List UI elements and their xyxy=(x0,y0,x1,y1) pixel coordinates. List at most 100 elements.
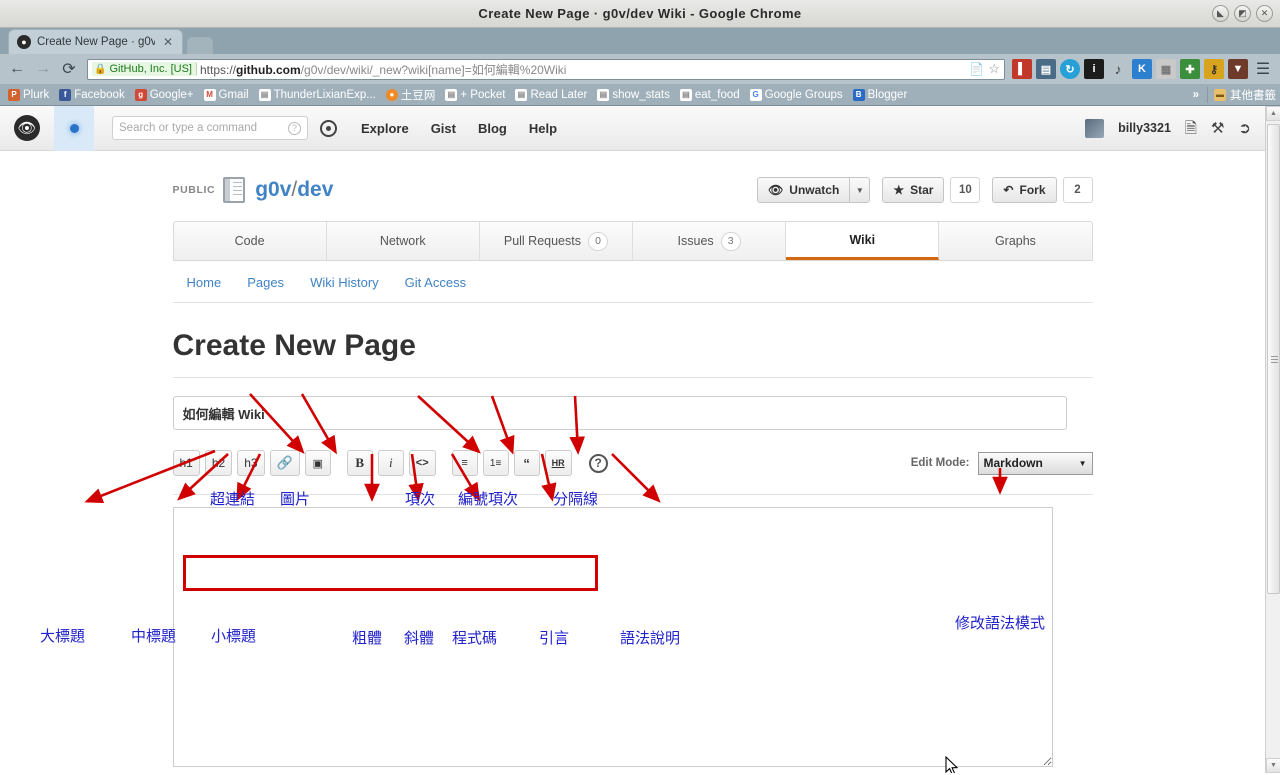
bookmark-tudou[interactable]: ● 土豆网 xyxy=(382,86,440,104)
back-button[interactable]: ← xyxy=(6,58,28,80)
code-button[interactable]: <> xyxy=(408,450,436,476)
info-icon[interactable]: i xyxy=(1084,59,1104,79)
subnav-wiki-history[interactable]: Wiki History xyxy=(310,275,379,290)
page-icon: ▤ xyxy=(258,88,271,101)
avatar[interactable] xyxy=(1085,118,1105,138)
star-count[interactable]: 10 xyxy=(950,177,981,203)
bookmark-facebook[interactable]: f Facebook xyxy=(55,88,129,102)
subnav-home[interactable]: Home xyxy=(187,275,222,290)
bold-button[interactable]: B xyxy=(346,450,373,476)
scroll-up-arrow-icon[interactable]: ▲ xyxy=(1266,106,1280,121)
nav-blog[interactable]: Blog xyxy=(478,121,507,136)
bookmark-googleplus[interactable]: g Google+ xyxy=(131,88,198,102)
link-button[interactable]: 🔗 xyxy=(269,450,300,476)
sign-out-icon[interactable]: ➲ xyxy=(1238,121,1251,136)
bookmark-gmail[interactable]: M Gmail xyxy=(200,88,253,102)
unwatch-label: Unwatch xyxy=(789,183,840,197)
bookmark-read-later[interactable]: ▤ Read Later xyxy=(511,88,591,102)
markdown-help-icon[interactable]: ? xyxy=(588,453,608,473)
star-button[interactable]: ★ Star xyxy=(882,177,945,203)
bookmark-star-icon[interactable]: ☆ xyxy=(988,61,1000,77)
unwatch-button[interactable]: 👁 Unwatch xyxy=(757,177,851,203)
close-window-button[interactable]: ✕ xyxy=(1256,5,1273,22)
heading-2-button[interactable]: h2 xyxy=(204,450,233,476)
vertical-scrollbar[interactable]: ▲ ▼ xyxy=(1265,106,1280,773)
italic-button[interactable]: i xyxy=(377,450,404,476)
scroll-down-arrow-icon[interactable]: ▼ xyxy=(1266,758,1280,773)
repo-owner-link[interactable]: g0v xyxy=(255,178,291,201)
repo-name-link[interactable]: dev xyxy=(297,178,333,201)
sync-icon[interactable]: ↻ xyxy=(1060,59,1080,79)
bookmark-blogger[interactable]: B Blogger xyxy=(849,88,912,102)
minimize-button[interactable]: ◣ xyxy=(1212,5,1229,22)
tab-label: Wiki xyxy=(849,232,876,247)
unordered-list-button[interactable]: ≡ xyxy=(451,450,478,476)
bookmark-google-groups[interactable]: G Google Groups xyxy=(746,88,847,102)
note-icon[interactable]: ♪ xyxy=(1108,59,1128,79)
github-mark-icon[interactable]: 👁 xyxy=(14,115,40,141)
tab-close-icon[interactable]: ✕ xyxy=(163,35,173,49)
bookmarks-overflow-button[interactable]: » xyxy=(1187,89,1205,101)
edit-mode-select[interactable]: Markdown ▼ xyxy=(977,451,1093,475)
username-label[interactable]: billy3321 xyxy=(1118,121,1171,135)
other-bookmarks-folder[interactable]: ▬ 其他書籤 xyxy=(1207,86,1276,103)
search-input[interactable]: Search or type a command ? xyxy=(112,116,308,140)
bookmark-show-stats[interactable]: ▤ show_stats xyxy=(593,88,674,102)
bookmark-pocket[interactable]: ▤ + Pocket xyxy=(441,88,509,102)
wiki-title-input[interactable] xyxy=(172,396,1067,430)
tab-issues[interactable]: Issues 3 xyxy=(633,222,787,260)
repo-tabs: Code Network Pull Requests 0 Issues 3 Wiki… xyxy=(172,221,1093,261)
search-help-icon[interactable]: ? xyxy=(288,121,301,135)
horizontal-rule-button[interactable]: HR xyxy=(544,450,572,476)
reload-button[interactable]: ⟳ xyxy=(58,58,80,80)
page-actions-icon[interactable]: 📄 xyxy=(969,62,984,76)
tab-code[interactable]: Code xyxy=(174,222,327,260)
heading-3-button[interactable]: h3 xyxy=(237,450,265,476)
watch-dropdown-caret-icon[interactable]: ▼ xyxy=(850,177,871,203)
nav-explore[interactable]: Explore xyxy=(361,121,409,136)
image-button[interactable]: ▣ xyxy=(304,450,331,476)
fork-button[interactable]: ↶ Fork xyxy=(992,177,1057,203)
subnav-git-access[interactable]: Git Access xyxy=(405,275,466,290)
cat-icon[interactable]: ▼ xyxy=(1228,59,1248,79)
tab-pull-requests[interactable]: Pull Requests 0 xyxy=(480,222,634,260)
ssl-security-badge[interactable]: 🔒 GitHub, Inc. [US] xyxy=(92,62,197,76)
key-phone-icon[interactable]: ⚷ xyxy=(1204,59,1224,79)
bookmark-plurk[interactable]: P Plurk xyxy=(4,88,53,102)
account-settings-icon[interactable]: ⚒ xyxy=(1211,121,1224,136)
url-host: github.com xyxy=(236,62,301,77)
tab-network[interactable]: Network xyxy=(327,222,480,260)
dashboard-dot-icon[interactable] xyxy=(54,106,94,151)
grid-icon[interactable]: ▦ xyxy=(1156,59,1176,79)
address-bar[interactable]: 🔒 GitHub, Inc. [US] https://github.com/g… xyxy=(87,58,1005,80)
scrollbar-thumb[interactable] xyxy=(1267,124,1280,594)
github-user-area: billy3321 🗎 ⚒ ➲ xyxy=(1085,118,1251,138)
omnibox-actions: 📄 ☆ xyxy=(965,61,1000,77)
tab-graphs[interactable]: Graphs xyxy=(939,222,1091,260)
tab-wiki[interactable]: Wiki xyxy=(786,222,940,260)
bookmarks-bar: P Plurk f Facebook g Google+ M Gmail ▤ Thunde… xyxy=(0,84,1280,106)
add-green-icon[interactable]: ✚ xyxy=(1180,59,1200,79)
ordered-list-button[interactable]: 1≡ xyxy=(482,450,509,476)
github-header: 👁 Search or type a command ? Explore Gis… xyxy=(0,106,1265,151)
nav-gist[interactable]: Gist xyxy=(431,121,456,136)
blockquote-button[interactable]: “ xyxy=(513,450,540,476)
subnav-pages[interactable]: Pages xyxy=(247,275,284,290)
page-icon: ▤ xyxy=(597,88,610,101)
browser-tab[interactable]: ● Create New Page · g0v ✕ xyxy=(8,29,183,54)
compass-icon[interactable] xyxy=(320,119,337,137)
new-tab-button[interactable] xyxy=(187,37,213,54)
bookmark-thunderlixian[interactable]: ▤ ThunderLixianExp... xyxy=(255,88,380,102)
wiki-content-textarea[interactable] xyxy=(172,507,1053,767)
stacked-windows-icon[interactable]: ▤ xyxy=(1036,59,1056,79)
reading-list-icon[interactable]: ▌ xyxy=(1012,59,1032,79)
nav-help[interactable]: Help xyxy=(529,121,557,136)
kindle-icon[interactable]: K xyxy=(1132,59,1152,79)
fork-count[interactable]: 2 xyxy=(1062,177,1093,203)
create-new-repo-icon[interactable]: 🗎 xyxy=(1185,121,1197,136)
maximize-button[interactable]: ◩ xyxy=(1234,5,1251,22)
chrome-menu-icon[interactable]: ☰ xyxy=(1252,58,1274,80)
heading-1-button[interactable]: h1 xyxy=(172,450,200,476)
bookmark-eat-food[interactable]: ▤ eat_food xyxy=(676,88,744,102)
forward-button[interactable]: → xyxy=(32,58,54,80)
